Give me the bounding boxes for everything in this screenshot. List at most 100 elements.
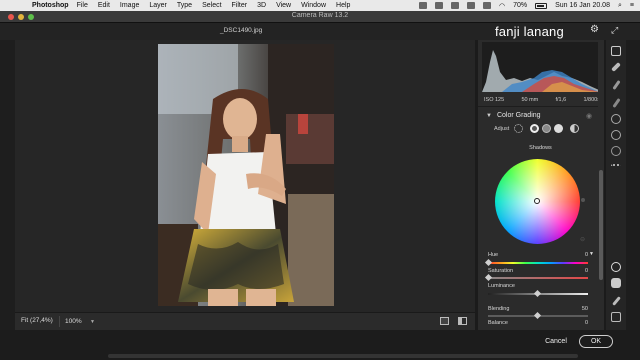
- gear-icon[interactable]: ⚙: [590, 25, 600, 35]
- edit-sliders-icon[interactable]: [611, 46, 621, 56]
- battery-percent: 70%: [513, 2, 528, 9]
- zoom-tool-icon[interactable]: [611, 262, 621, 272]
- color-grading-header[interactable]: ▼ Color Grading: [486, 112, 541, 119]
- brush-icon[interactable]: [612, 98, 621, 108]
- wheel-center-handle[interactable]: [534, 198, 540, 204]
- left-edge: [0, 40, 15, 330]
- grid-icon[interactable]: [611, 312, 621, 322]
- hand-tool-icon[interactable]: [611, 278, 621, 288]
- saturation-value[interactable]: 0: [560, 268, 588, 275]
- blending-value[interactable]: 50: [560, 306, 588, 313]
- window-title: Camera Raw 13.2: [291, 12, 349, 19]
- hue-slider[interactable]: [488, 262, 588, 264]
- status-icon[interactable]: [418, 2, 427, 9]
- menu-3d[interactable]: 3D: [257, 2, 266, 9]
- radial-filter-icon[interactable]: [611, 114, 621, 124]
- menu-image[interactable]: Image: [120, 2, 139, 9]
- right-edge: [626, 40, 640, 330]
- divider: [478, 106, 603, 107]
- menu-window[interactable]: Window: [301, 2, 326, 9]
- blending-slider-thumb[interactable]: [533, 311, 542, 320]
- exif-iso: ISO 125: [484, 97, 505, 103]
- fullscreen-icon[interactable]: ⤢: [611, 25, 618, 36]
- ok-button[interactable]: OK: [579, 335, 613, 348]
- shadows-wheel-icon[interactable]: [530, 124, 539, 133]
- menu-filter[interactable]: Filter: [232, 2, 248, 9]
- before-after-icon[interactable]: [458, 317, 467, 325]
- healing-brush-icon[interactable]: [612, 80, 621, 90]
- blending-label: Blending: [488, 306, 510, 312]
- panel-scrollbar-thumb[interactable]: [599, 170, 603, 280]
- filmstrip-icon[interactable]: [440, 317, 449, 325]
- snapshots-icon[interactable]: [611, 146, 621, 156]
- menu-help[interactable]: Help: [336, 2, 350, 9]
- status-icon[interactable]: [450, 2, 459, 9]
- redeye-icon[interactable]: [611, 130, 621, 140]
- photo-image: [158, 44, 334, 306]
- menu-view[interactable]: View: [276, 2, 291, 9]
- tool-strip: [606, 40, 626, 330]
- wheel-saturation-handle[interactable]: [581, 198, 585, 202]
- midtones-wheel-icon[interactable]: [542, 124, 551, 133]
- balance-label: Balance: [488, 320, 508, 326]
- battery-icon[interactable]: [535, 2, 548, 9]
- chevron-down-icon: ▼: [90, 319, 95, 325]
- status-icon[interactable]: [434, 2, 443, 9]
- menubar-status: ◠ 70% Sun 16 Jan 20.08 ⌕ ≡: [418, 0, 634, 11]
- menu-file[interactable]: File: [77, 2, 88, 9]
- user-name-overlay: fanji lanang: [495, 24, 564, 39]
- hue-value[interactable]: 0: [560, 252, 588, 259]
- menu-app-name[interactable]: Photoshop: [32, 2, 69, 9]
- document-header: _DSC1490.jpg fanji lanang ⚙ ⤢: [0, 23, 640, 40]
- hue-arrow-icon[interactable]: ▼: [589, 251, 594, 257]
- file-name: _DSC1490.jpg: [220, 27, 263, 34]
- saturation-slider-thumb[interactable]: [484, 273, 493, 282]
- adjust-label: Adjust: [494, 126, 510, 132]
- horizontal-scrollbar[interactable]: [108, 354, 578, 358]
- luminance-label: Luminance: [488, 283, 515, 289]
- hue-slider-thumb[interactable]: [484, 258, 493, 267]
- chevron-down-icon: ▼: [486, 113, 492, 119]
- wifi-icon[interactable]: ◠: [499, 2, 505, 10]
- balance-value[interactable]: 0: [560, 320, 588, 327]
- section-title: Color Grading: [496, 112, 541, 119]
- search-icon[interactable]: ⌕: [618, 2, 622, 10]
- clock[interactable]: Sun 16 Jan 20.08: [555, 2, 610, 9]
- menu-layer[interactable]: Layer: [149, 2, 167, 9]
- crop-icon[interactable]: [611, 62, 621, 72]
- divider: [59, 316, 60, 327]
- global-wheel-icon[interactable]: [570, 124, 579, 133]
- cancel-button[interactable]: Cancel: [540, 335, 572, 348]
- exif-focal: 50 mm: [521, 97, 539, 103]
- saturation-label: Saturation: [488, 268, 514, 274]
- histogram: [482, 42, 599, 92]
- photo-preview[interactable]: [158, 44, 334, 306]
- panel-scrollbar[interactable]: [598, 40, 604, 330]
- status-icon[interactable]: [482, 2, 491, 9]
- saturation-slider[interactable]: [488, 277, 588, 279]
- status-icon[interactable]: [466, 2, 475, 9]
- menu-edit[interactable]: Edit: [98, 2, 110, 9]
- wheel-title: Shadows: [529, 145, 552, 151]
- three-way-icon[interactable]: [514, 124, 523, 133]
- fit-zoom-button[interactable]: Fit (27,4%): [21, 317, 53, 324]
- action-bar: Cancel OK: [0, 330, 640, 360]
- more-icon[interactable]: [611, 164, 621, 174]
- menu-select[interactable]: Select: [202, 2, 221, 9]
- eye-icon[interactable]: ◉: [586, 112, 592, 120]
- histogram-graph: [482, 50, 599, 92]
- zoom-value: 100%: [65, 318, 82, 325]
- exif-info: ISO 125 50 mm f/1,6 1/800s: [484, 97, 600, 103]
- luminance-slider-thumb[interactable]: [533, 289, 542, 298]
- exif-aperture: f/1,6: [555, 97, 567, 103]
- hue-label: Hue: [488, 252, 499, 258]
- menu-type[interactable]: Type: [177, 2, 192, 9]
- control-center-icon[interactable]: ≡: [630, 2, 634, 9]
- zoom-select[interactable]: 100% ▼: [63, 316, 97, 327]
- highlights-wheel-icon[interactable]: [554, 124, 563, 133]
- adjustment-panel: ISO 125 50 mm f/1,6 1/800s ▼ Color Gradin…: [478, 40, 603, 330]
- screen: Photoshop File Edit Image Layer Type Sel…: [0, 0, 640, 360]
- eyedropper-icon[interactable]: [612, 296, 621, 306]
- menu-bar: Photoshop File Edit Image Layer Type Sel…: [0, 0, 640, 11]
- link-icon[interactable]: ⊖: [580, 236, 585, 243]
